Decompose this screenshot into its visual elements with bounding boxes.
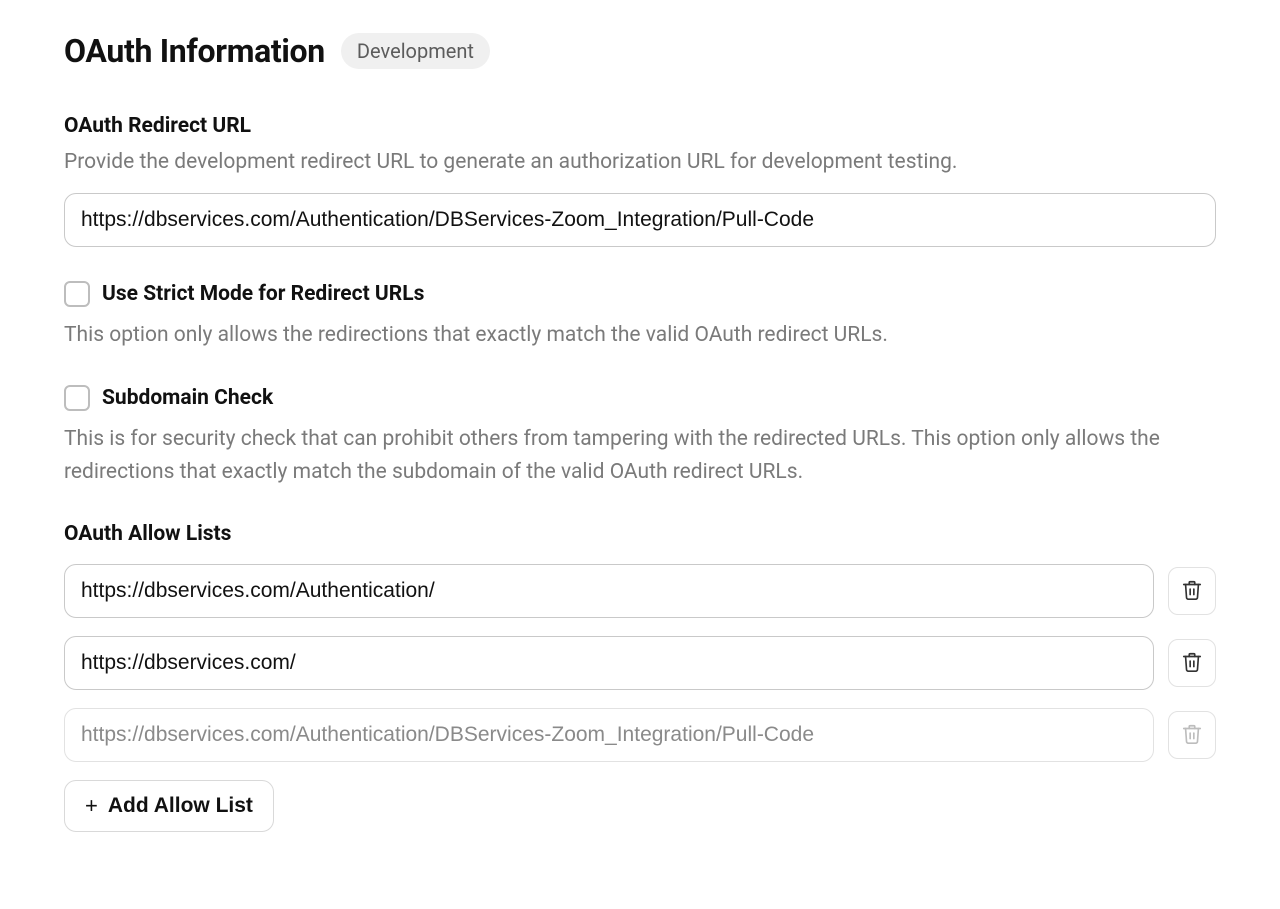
redirect-url-input[interactable] bbox=[64, 193, 1216, 247]
section-title: OAuth Information bbox=[64, 32, 325, 70]
allow-lists-label: OAuth Allow Lists bbox=[64, 522, 1216, 546]
subdomain-check-description: This is for security check that can proh… bbox=[64, 423, 1216, 488]
delete-allow-list-button[interactable] bbox=[1168, 639, 1216, 687]
allow-lists-section: OAuth Allow Lists bbox=[64, 522, 1216, 832]
redirect-url-description: Provide the development redirect URL to … bbox=[64, 146, 1216, 179]
trash-icon bbox=[1181, 723, 1203, 748]
subdomain-check-label: Subdomain Check bbox=[102, 386, 273, 410]
allow-list-input[interactable] bbox=[64, 708, 1154, 762]
delete-allow-list-button[interactable] bbox=[1168, 711, 1216, 759]
delete-allow-list-button[interactable] bbox=[1168, 567, 1216, 615]
trash-icon bbox=[1181, 651, 1203, 676]
plus-icon: + bbox=[85, 795, 98, 817]
strict-mode-label: Use Strict Mode for Redirect URLs bbox=[102, 282, 424, 306]
subdomain-check-checkbox[interactable] bbox=[64, 385, 90, 411]
add-allow-list-button[interactable]: + Add Allow List bbox=[64, 780, 274, 832]
section-header: OAuth Information Development bbox=[64, 32, 1216, 70]
oauth-information-panel: OAuth Information Development OAuth Redi… bbox=[0, 0, 1280, 880]
subdomain-check-row: Subdomain Check bbox=[64, 385, 1216, 411]
allow-list-input[interactable] bbox=[64, 636, 1154, 690]
allow-list-row bbox=[64, 564, 1216, 618]
strict-mode-checkbox[interactable] bbox=[64, 281, 90, 307]
strict-mode-row: Use Strict Mode for Redirect URLs bbox=[64, 281, 1216, 307]
strict-mode-description: This option only allows the redirections… bbox=[64, 319, 1216, 352]
redirect-url-group: OAuth Redirect URL Provide the developme… bbox=[64, 114, 1216, 247]
add-allow-list-label: Add Allow List bbox=[108, 794, 253, 818]
allow-list-row bbox=[64, 708, 1216, 762]
strict-mode-group: Use Strict Mode for Redirect URLs This o… bbox=[64, 281, 1216, 352]
trash-icon bbox=[1181, 579, 1203, 604]
allow-list-input[interactable] bbox=[64, 564, 1154, 618]
subdomain-check-group: Subdomain Check This is for security che… bbox=[64, 385, 1216, 488]
allow-list-row bbox=[64, 636, 1216, 690]
environment-badge: Development bbox=[341, 33, 490, 69]
redirect-url-label: OAuth Redirect URL bbox=[64, 114, 1216, 138]
